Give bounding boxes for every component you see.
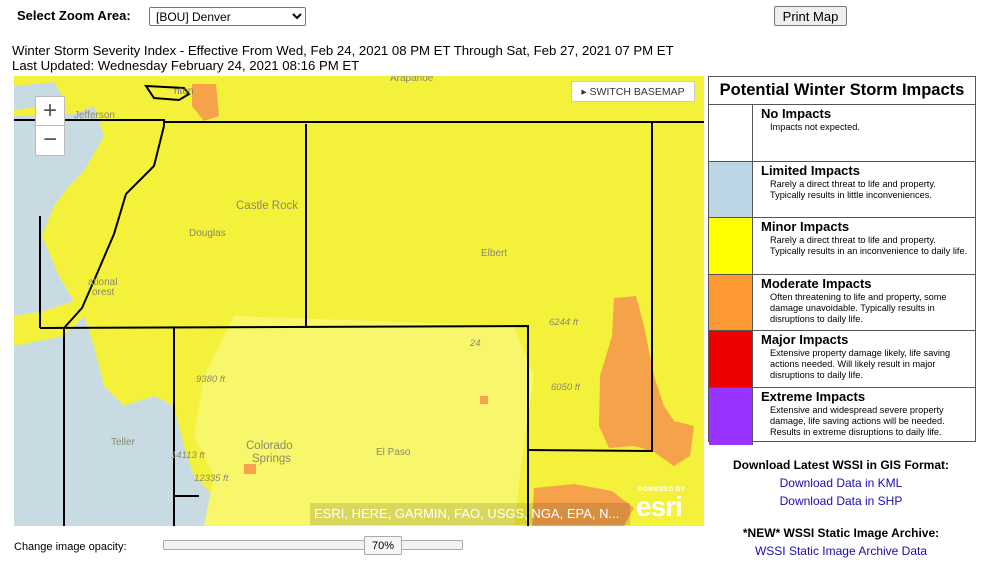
print-map-button[interactable]: Print Map [774,6,847,26]
elevation-label: 6050 ft [551,382,581,393]
legend-item-major-impacts: Major Impacts Extensive property damage … [709,331,975,388]
map-canvas [14,76,704,526]
effective-period-text: Winter Storm Severity Index - Effective … [12,43,674,58]
legend-swatch [709,274,753,331]
place-label: Colorado [246,440,293,452]
place-label: orest [92,287,115,298]
place-label: Springs [252,453,291,465]
legend-item-moderate-impacts: Moderate Impacts Often threatening to li… [709,274,975,332]
minor-impact-area [194,316,534,526]
opacity-slider-track[interactable] [163,540,463,550]
legend-swatch [709,105,753,161]
legend-swatch [709,387,753,445]
place-label: nton [174,86,194,97]
elevation-label: 14113 ft [171,450,205,461]
elevation-label: 6244 ft [549,317,579,328]
switch-basemap-label: SWITCH BASEMAP [589,86,685,98]
impact-legend: Potential Winter Storm Impacts No Impact… [708,76,976,445]
legend-item-name: Extreme Impacts [761,388,866,404]
archive-data-link[interactable]: WSSI Static Image Archive Data [706,544,976,558]
legend-item-name: Moderate Impacts [761,275,872,291]
legend-item-minor-impacts: Minor Impacts Rarely a direct threat to … [709,218,975,275]
legend-title: Potential Winter Storm Impacts [709,77,975,105]
legend-item-name: Limited Impacts [761,162,860,178]
zoom-area-select[interactable]: [BOU] Denver [149,7,306,26]
legend-swatch [709,218,753,274]
legend-item-desc: Rarely a direct threat to life and prope… [770,235,968,257]
place-label: Douglas [189,228,226,239]
legend-item-name: No Impacts [761,106,832,121]
last-updated-text: Last Updated: Wednesday February 24, 202… [12,58,360,73]
legend-swatch [709,331,753,387]
legend-item-desc: Rarely a direct threat to life and prope… [770,178,936,200]
legend-item-desc: Extensive and widespread severe property… [770,404,945,437]
map-view[interactable]: + − ▸ SWITCH BASEMAP Arapahoe nton Jeffe… [14,76,704,526]
zoom-out-button[interactable]: − [35,126,65,156]
opacity-slider-handle[interactable]: 70% [364,536,402,555]
esri-logo-word: esri [636,491,683,522]
opacity-label: Change image opacity: [14,541,127,553]
legend-item-extreme-impacts: Extreme Impacts Extensive and widespread… [709,387,975,445]
legend-item-desc: Impacts not expected. [770,122,860,132]
map-attribution: ESRI, HERE, GARMIN, FAO, USGS, NGA, EPA,… [310,503,630,525]
place-label: Teller [111,437,135,448]
place-label: Jefferson [74,110,115,121]
zoom-area-label: Select Zoom Area: [17,8,131,23]
legend-item-limited-impacts: Limited Impacts Rarely a direct threat t… [709,161,975,219]
legend-item-desc: Often threatening to life and property, … [770,291,947,324]
moderate-impact-area [244,464,256,474]
legend-item-desc: Extensive property damage likely, life s… [770,348,951,381]
elevation-label: 12335 ft [194,473,229,484]
zoom-in-button[interactable]: + [35,96,65,126]
place-label: Arapahoe [390,76,434,84]
download-kml-link[interactable]: Download Data in KML [706,476,976,490]
legend-item-name: Major Impacts [761,332,849,348]
legend-item-no-impacts: No Impacts Impacts not expected. [709,105,975,162]
triangle-right-icon: ▸ [581,86,590,98]
legend-swatch [709,161,753,218]
gis-download-title: Download Latest WSSI in GIS Format: [732,458,949,472]
esri-logo[interactable]: POWERED BY esri [636,486,696,522]
legend-item-name: Minor Impacts [761,219,850,235]
place-label: Elbert [481,248,508,259]
switch-basemap-button[interactable]: ▸ SWITCH BASEMAP [571,81,695,102]
moderate-impact-area [480,396,488,404]
route-label: 24 [470,338,481,349]
archive-title: *NEW* WSSI Static Image Archive: [742,526,940,540]
elevation-label: 9380 ft [196,374,226,385]
download-shp-link[interactable]: Download Data in SHP [706,494,976,508]
place-label: Castle Rock [236,200,298,212]
place-label: El Paso [376,447,411,458]
